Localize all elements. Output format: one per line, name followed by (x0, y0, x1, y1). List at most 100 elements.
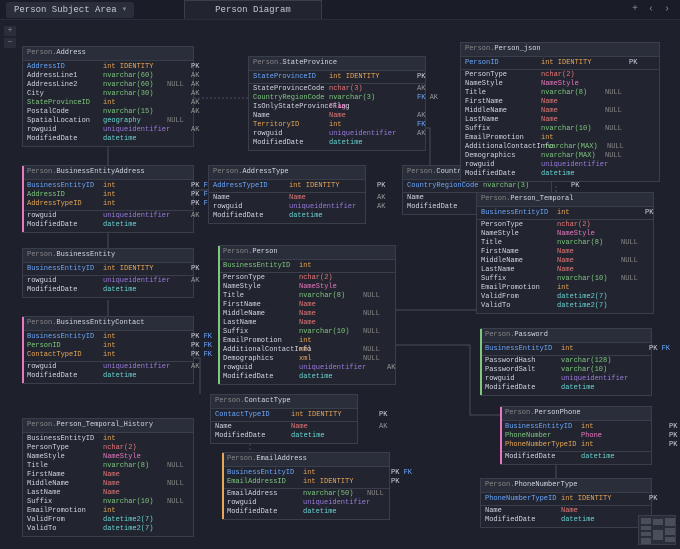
table-state-province[interactable]: Person.StateProvince StateProvinceID int… (248, 56, 426, 151)
column-row: PersonType nchar(2) (23, 444, 193, 453)
column-row: NameStyle NameStyle (219, 283, 395, 292)
table-header: Person.BusinessEntityAddress (23, 166, 193, 180)
column-row: AddressLine1 nvarchar(60) AK (23, 72, 193, 81)
column-row: FirstName Name (219, 301, 395, 310)
table-contact-type[interactable]: Person.ContactType ContactTypeID int IDE… (210, 394, 358, 444)
column-row: rowguid uniqueidentifier AK (23, 126, 193, 135)
table-business-entity-address[interactable]: Person.BusinessEntityAddress BusinessEnt… (22, 165, 194, 233)
table-business-entity[interactable]: Person.BusinessEntity BusinessEntityID i… (22, 248, 194, 298)
table-email-address[interactable]: Person.EmailAddress BusinessEntityID int… (222, 452, 390, 520)
column-row: LastName Name (477, 266, 653, 275)
nav-right-icon[interactable]: › (664, 4, 670, 15)
column-row: BusinessEntityID int IDENTITY PK (23, 265, 193, 274)
column-row: PhoneNumberTypeID int IDENTITY PK (481, 495, 651, 504)
column-row: Suffix nvarchar(10) NULL (219, 328, 395, 337)
table-person-phone[interactable]: Person.PersonPhone BusinessEntityID int … (500, 406, 652, 465)
minimap[interactable] (638, 515, 676, 545)
table-person[interactable]: Person.Person BusinessEntityID int Perso… (218, 245, 396, 385)
column-row: ModifiedDate datetime (481, 384, 651, 393)
table-header: Person.StateProvince (249, 57, 425, 71)
subject-area-dropdown[interactable]: Person Subject Area ▾ (6, 2, 134, 18)
column-row: MiddleName Name NULL (219, 310, 395, 319)
column-row: PhoneNumber Phone PK (501, 432, 651, 441)
column-row: Name Name AK (249, 112, 425, 121)
table-header: Person.PhoneNumberType (481, 479, 651, 493)
column-row: ModifiedDate datetime (223, 508, 389, 517)
column-row: IsOnlyStateProvinceFlag Flag (249, 103, 425, 112)
table-person-temporal[interactable]: Person.Person_Temporal BusinessEntityID … (476, 192, 654, 314)
column-row: rowguid uniqueidentifier AK (23, 363, 193, 372)
column-row: rowguid uniqueidentifier AK (249, 130, 425, 139)
tab-label: Person Diagram (215, 5, 291, 15)
column-row: EmailPromotion int (219, 337, 395, 346)
column-row: EmailPromotion int (477, 284, 653, 293)
column-row: CountryRegionCode nvarchar(3) PK (403, 182, 551, 191)
column-row: BusinessEntityID int (23, 435, 193, 444)
table-header: Person.EmailAddress (223, 453, 389, 467)
column-row: PersonID int IDENTITY PK (461, 59, 659, 68)
column-row: PersonID int PK FK (23, 342, 193, 351)
column-row: City nvarchar(30) AK (23, 90, 193, 99)
column-row: rowguid uniqueidentifier (223, 499, 389, 508)
column-row: StateProvinceID int AK (23, 99, 193, 108)
table-password[interactable]: Person.Password BusinessEntityID int PK … (480, 328, 652, 396)
column-row: ModifiedDate datetime (501, 453, 651, 462)
column-row: Title nvarchar(8) NULL (477, 239, 653, 248)
column-row: ModifiedDate datetime (461, 170, 659, 179)
table-header: Person.Address (23, 47, 193, 61)
collapse-tool[interactable]: − (4, 38, 16, 48)
column-row: EmailPromotion int (23, 507, 193, 516)
table-phone-number-type[interactable]: Person.PhoneNumberType PhoneNumberTypeID… (480, 478, 652, 528)
table-person-temporal-history[interactable]: Person.Person_Temporal_History BusinessE… (22, 418, 194, 537)
column-row: PersonType nchar(2) (219, 274, 395, 283)
column-row: Suffix nvarchar(10) NULL (23, 498, 193, 507)
column-row: StateProvinceID int IDENTITY PK (249, 73, 425, 82)
table-address-type[interactable]: Person.AddressType AddressTypeID int IDE… (208, 165, 366, 224)
column-row: Demographics nvarchar(MAX) NULL (461, 152, 659, 161)
table-header: Person.Person_Temporal_History (23, 419, 193, 433)
column-row: CountryRegionCode nvarchar(3) FK AK (249, 94, 425, 103)
column-row: Title nvarchar(8) NULL (461, 89, 659, 98)
table-header: Person.Password (481, 329, 651, 343)
column-row: PersonType nchar(2) (477, 221, 653, 230)
column-row: NameStyle NameStyle (461, 80, 659, 89)
column-row: NameStyle NameStyle (23, 453, 193, 462)
table-address[interactable]: Person.Address AddressID int IDENTITY PK… (22, 46, 194, 147)
table-person-json[interactable]: Person.Person_json PersonID int IDENTITY… (460, 42, 660, 182)
column-row: Title nvarchar(8) NULL (23, 462, 193, 471)
column-row: LastName Name (23, 489, 193, 498)
column-row: BusinessEntityID int PK FK (481, 345, 651, 354)
table-header: Person.BusinessEntity (23, 249, 193, 263)
diagram-canvas[interactable]: + − Person.Address AddressID int IDENTIT… (0, 20, 680, 549)
column-row: EmailAddress nvarchar(50) NULL (223, 490, 389, 499)
column-row: PasswordHash varchar(128) (481, 357, 651, 366)
column-row: ValidTo datetime2(7) (477, 302, 653, 311)
column-row: TerritoryID int FK (249, 121, 425, 130)
column-row: FirstName Name (477, 248, 653, 257)
column-row: BusinessEntityID int (219, 262, 395, 271)
column-row: rowguid uniqueidentifier (481, 375, 651, 384)
table-header: Person.BusinessEntityContact (23, 317, 193, 331)
table-header: Person.PersonPhone (501, 407, 651, 421)
nav-left-icon[interactable]: ‹ (648, 4, 654, 15)
column-row: Name Name AK (209, 194, 365, 203)
plus-icon[interactable]: + (632, 4, 638, 15)
column-row: Name Name AK (211, 423, 357, 432)
column-row: LastName Name (219, 319, 395, 328)
column-row: rowguid uniqueidentifier AK (219, 364, 395, 373)
column-row: ModifiedDate datetime (23, 221, 193, 230)
column-row: ContactTypeID int PK FK (23, 351, 193, 360)
column-row: BusinessEntityID int PK FK (223, 469, 389, 478)
column-row: NameStyle NameStyle (477, 230, 653, 239)
expand-tool[interactable]: + (4, 26, 16, 36)
column-row: PersonType nchar(2) (461, 71, 659, 80)
column-row: ModifiedDate datetime (481, 516, 651, 525)
top-icons: + ‹ › (632, 4, 680, 15)
column-row: ModifiedDate datetime (211, 432, 357, 441)
table-business-entity-contact[interactable]: Person.BusinessEntityContact BusinessEnt… (22, 316, 194, 384)
column-row: rowguid uniqueidentifier AK (23, 212, 193, 221)
column-row: Suffix nvarchar(10) NULL (461, 125, 659, 134)
column-row: MiddleName Name NULL (23, 480, 193, 489)
tab-person-diagram[interactable]: Person Diagram (184, 0, 322, 19)
column-row: AdditionalContactInfo xml NULL (219, 346, 395, 355)
